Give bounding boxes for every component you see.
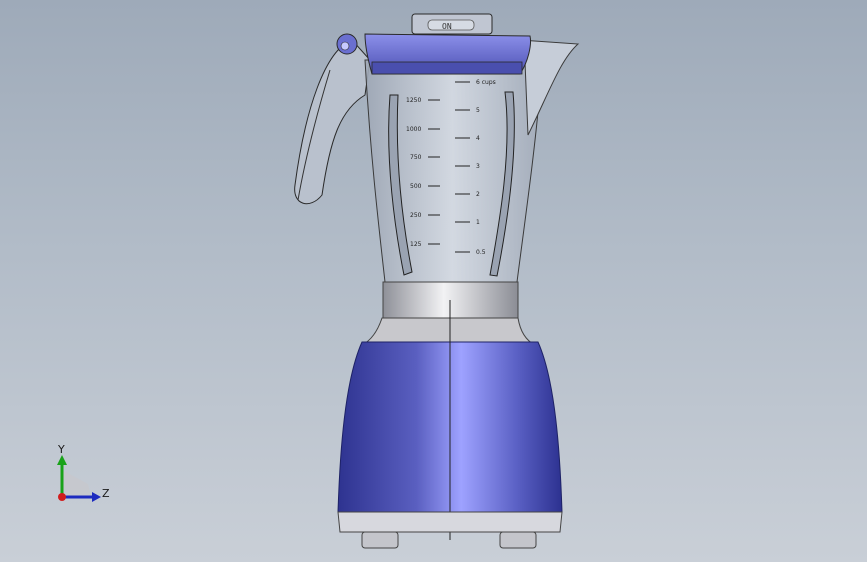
ml-label-6: 125 — [410, 241, 422, 248]
cup-label-5: 2 — [476, 191, 480, 198]
cad-viewport[interactable]: 1250 1000 750 500 250 125 6 cups 5 4 3 2… — [0, 0, 867, 562]
ml-label-5: 250 — [410, 212, 422, 219]
cup-label-4: 3 — [476, 163, 480, 170]
left-foot — [361, 531, 399, 549]
triad-y-label: Y — [57, 443, 65, 456]
ml-label-2: 1000 — [406, 126, 421, 133]
cup-label-1: 6 cups — [476, 79, 496, 86]
lid-latch[interactable] — [336, 33, 358, 55]
jar-handle — [294, 39, 371, 205]
blender-model[interactable]: 1250 1000 750 500 250 125 6 cups 5 4 3 2… — [0, 0, 867, 562]
cup-label-7: 0.5 — [476, 249, 486, 256]
lid-label: ON — [442, 22, 452, 31]
lid-band — [371, 61, 523, 75]
ml-label-3: 750 — [410, 154, 422, 161]
base-skirt — [337, 511, 563, 533]
collar-shoulder — [361, 317, 536, 346]
coordinate-triad-icon[interactable]: Y Z — [57, 443, 110, 502]
cup-label-6: 1 — [476, 219, 480, 226]
cup-label-2: 5 — [476, 107, 480, 114]
ml-label-4: 500 — [410, 183, 422, 190]
triad-z-label: Z — [102, 487, 110, 500]
cup-label-3: 4 — [476, 135, 480, 142]
ml-label-1: 1250 — [406, 97, 421, 104]
right-foot — [499, 531, 537, 549]
